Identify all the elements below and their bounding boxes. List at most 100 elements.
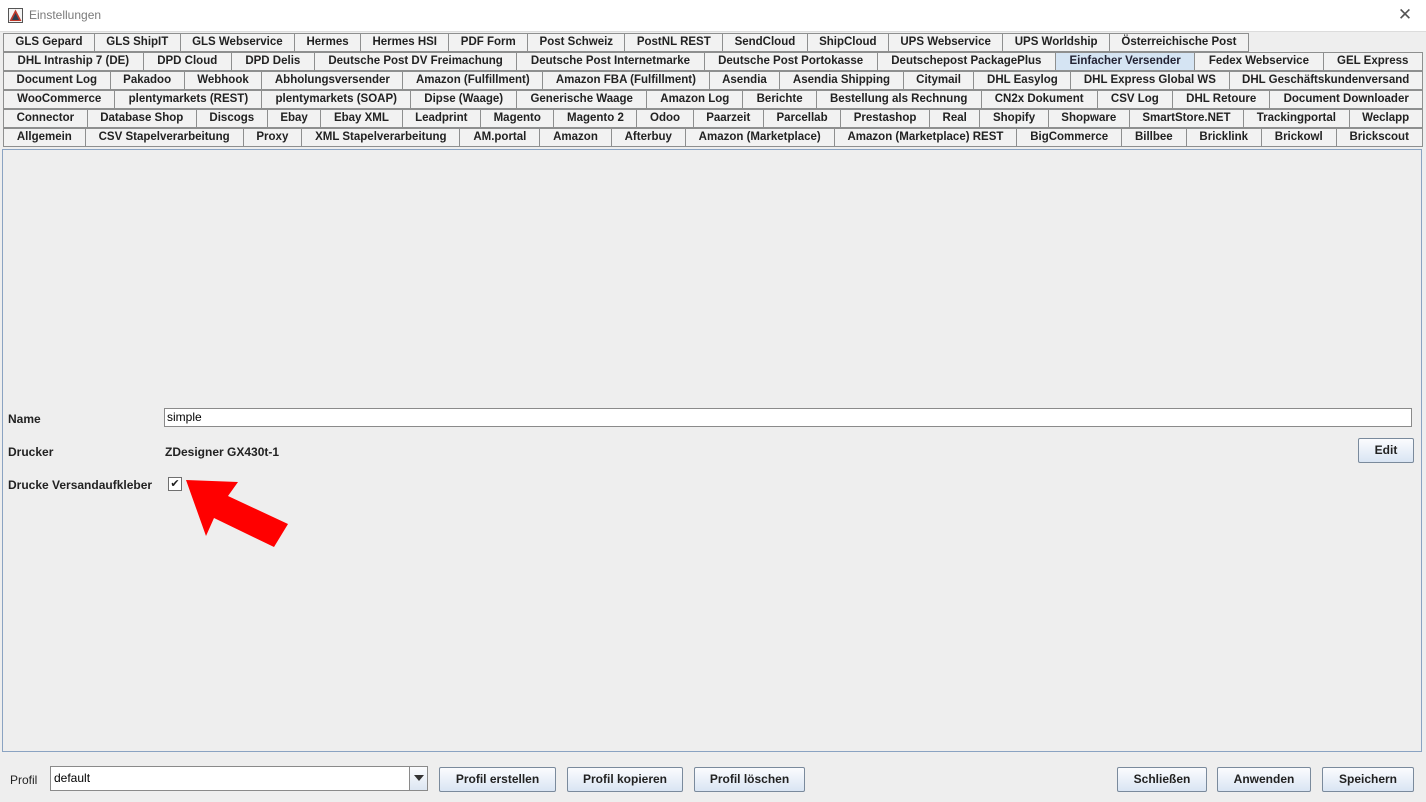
tab-einfacher-versender[interactable]: Einfacher Versender (1055, 52, 1196, 71)
drucker-label: Drucker (8, 445, 54, 459)
tab-dhl-retoure[interactable]: DHL Retoure (1173, 90, 1271, 109)
tab-afterbuy[interactable]: Afterbuy (611, 128, 686, 147)
tab-asendia[interactable]: Asendia (709, 71, 781, 90)
tab-database-shop[interactable]: Database Shop (87, 109, 197, 128)
tab-österreichische-post[interactable]: Österreichische Post (1109, 33, 1249, 52)
tab-xml-stapelverarbeitung[interactable]: XML Stapelverarbeitung (302, 128, 461, 147)
tab-bricklink[interactable]: Bricklink (1186, 128, 1262, 147)
tab-paarzeit[interactable]: Paarzeit (693, 109, 764, 128)
tab-gls-shipit[interactable]: GLS ShipIT (94, 33, 181, 52)
tab-berichte[interactable]: Berichte (743, 90, 817, 109)
tab-pdf-form[interactable]: PDF Form (449, 33, 529, 52)
tab-amazon-log[interactable]: Amazon Log (647, 90, 744, 109)
tab-allgemein[interactable]: Allgemein (3, 128, 86, 147)
anwenden-button[interactable]: Anwenden (1217, 767, 1311, 792)
tab-leadprint[interactable]: Leadprint (402, 109, 482, 128)
tab-deutsche-post-portokasse[interactable]: Deutsche Post Portokasse (704, 52, 878, 71)
tab-strip: GLS Gepard GLS ShipIT GLS Webservice Hermes… (3, 33, 1423, 147)
tab-plentymarkets-soap[interactable]: plentymarkets (SOAP) (262, 90, 412, 109)
versandaufkleber-label: Drucke Versandaufkleber (8, 478, 153, 492)
tab-row: GLS Gepard GLS ShipIT GLS Webservice Hermes… (3, 33, 1249, 52)
tab-dpd-delis[interactable]: DPD Delis (231, 52, 315, 71)
tab-weclapp[interactable]: Weclapp (1349, 109, 1423, 128)
tab-dhl-geschäftskundenversand[interactable]: DHL Geschäftskundenversand (1229, 71, 1423, 90)
tab-dhl-easylog[interactable]: DHL Easylog (974, 71, 1072, 90)
tab-am-portal[interactable]: AM.portal (460, 128, 541, 147)
tab-asendia-shipping[interactable]: Asendia Shipping (780, 71, 904, 90)
tab-discogs[interactable]: Discogs (196, 109, 268, 128)
tab-cn2x-dokument[interactable]: CN2x Dokument (981, 90, 1098, 109)
tab-post-schweiz[interactable]: Post Schweiz (528, 33, 626, 52)
tab-abholungsversender[interactable]: Abholungsversender (262, 71, 404, 90)
tab-shipcloud[interactable]: ShipCloud (807, 33, 889, 52)
tab-brickowl[interactable]: Brickowl (1261, 128, 1337, 147)
tab-deutsche-post-internetmarke[interactable]: Deutsche Post Internetmarke (517, 52, 705, 71)
tab-real[interactable]: Real (929, 109, 981, 128)
tab-hermes-hsi[interactable]: Hermes HSI (361, 33, 450, 52)
tab-dhl-express-global-ws[interactable]: DHL Express Global WS (1071, 71, 1230, 90)
tab-ebay[interactable]: Ebay (267, 109, 322, 128)
tab-citymail[interactable]: Citymail (903, 71, 975, 90)
tab-amazon[interactable]: Amazon (540, 128, 612, 147)
tab-smartstore-net[interactable]: SmartStore.NET (1129, 109, 1245, 128)
tab-billbee[interactable]: Billbee (1122, 128, 1187, 147)
tab-webhook[interactable]: Webhook (184, 71, 263, 90)
tab-generische-waage[interactable]: Generische Waage (517, 90, 648, 109)
tab-brickscout[interactable]: Brickscout (1336, 128, 1423, 147)
tab-hermes[interactable]: Hermes (295, 33, 362, 52)
profil-erstellen-button[interactable]: Profil erstellen (439, 767, 556, 792)
tab-document-downloader[interactable]: Document Downloader (1270, 90, 1423, 109)
close-icon[interactable]: ✕ (1394, 4, 1416, 26)
app-logo-icon (8, 8, 23, 23)
profil-kopieren-button[interactable]: Profil kopieren (567, 767, 683, 792)
tab-sendcloud[interactable]: SendCloud (723, 33, 808, 52)
profil-label: Profil (10, 773, 38, 787)
tab-parcellab[interactable]: Parcellab (763, 109, 842, 128)
tab-plentymarkets-rest[interactable]: plentymarkets (REST) (115, 90, 263, 109)
tab-trackingportal[interactable]: Trackingportal (1244, 109, 1350, 128)
name-input[interactable]: simple (164, 408, 1412, 427)
tab-csv-log[interactable]: CSV Log (1097, 90, 1173, 109)
tab-pakadoo[interactable]: Pakadoo (110, 71, 185, 90)
tab-csv-stapelverarbeitung[interactable]: CSV Stapelverarbeitung (85, 128, 244, 147)
drucker-value: ZDesigner GX430t-1 (165, 445, 280, 459)
tab-bestellung-als-rechnung[interactable]: Bestellung als Rechnung (816, 90, 982, 109)
tab-prestashop[interactable]: Prestashop (841, 109, 930, 128)
tab-dipse-waage[interactable]: Dipse (Waage) (411, 90, 518, 109)
tab-ups-worldship[interactable]: UPS Worldship (1003, 33, 1110, 52)
tab-amazon-marketplace-rest[interactable]: Amazon (Marketplace) REST (834, 128, 1018, 147)
versandaufkleber-checkbox[interactable]: ✔ (168, 477, 182, 491)
profil-loeschen-button[interactable]: Profil löschen (694, 767, 805, 792)
tab-dpd-cloud[interactable]: DPD Cloud (143, 52, 232, 71)
tab-bigcommerce[interactable]: BigCommerce (1017, 128, 1123, 147)
tab-amazon-marketplace[interactable]: Amazon (Marketplace) (685, 128, 835, 147)
tab-connector[interactable]: Connector (3, 109, 88, 128)
tab-amazon-fba-fulfillment[interactable]: Amazon FBA (Fulfillment) (543, 71, 710, 90)
schliessen-button[interactable]: Schließen (1117, 767, 1207, 792)
tab-gls-gepard[interactable]: GLS Gepard (3, 33, 95, 52)
tab-odoo[interactable]: Odoo (637, 109, 694, 128)
tab-shopify[interactable]: Shopify (980, 109, 1049, 128)
tab-magento[interactable]: Magento (481, 109, 555, 128)
tab-document-log[interactable]: Document Log (3, 71, 111, 90)
name-label: Name (8, 412, 41, 426)
tab-deutsche-post-dv-freimachung[interactable]: Deutsche Post DV Freimachung (314, 52, 518, 71)
speichern-button[interactable]: Speichern (1322, 767, 1414, 792)
tab-gel-express[interactable]: GEL Express (1323, 52, 1423, 71)
tab-proxy[interactable]: Proxy (243, 128, 303, 147)
tab-ups-webservice[interactable]: UPS Webservice (888, 33, 1004, 52)
tab-woocommerce[interactable]: WooCommerce (3, 90, 116, 109)
window-title: Einstellungen (29, 8, 102, 22)
tab-deutschepost-packageplus[interactable]: Deutschepost PackagePlus (877, 52, 1056, 71)
edit-button[interactable]: Edit (1358, 438, 1414, 463)
tab-gls-webservice[interactable]: GLS Webservice (180, 33, 296, 52)
tab-postnl-rest[interactable]: PostNL REST (625, 33, 724, 52)
tab-magento-2[interactable]: Magento 2 (554, 109, 638, 128)
profil-select[interactable]: default (50, 766, 428, 791)
tab-fedex-webservice[interactable]: Fedex Webservice (1195, 52, 1324, 71)
tab-shopware[interactable]: Shopware (1048, 109, 1130, 128)
chevron-down-icon[interactable] (409, 767, 427, 790)
tab-dhl-intraship-7-de[interactable]: DHL Intraship 7 (DE) (3, 52, 144, 71)
tab-amazon-fulfillment[interactable]: Amazon (Fulfillment) (403, 71, 544, 90)
tab-ebay-xml[interactable]: Ebay XML (321, 109, 403, 128)
